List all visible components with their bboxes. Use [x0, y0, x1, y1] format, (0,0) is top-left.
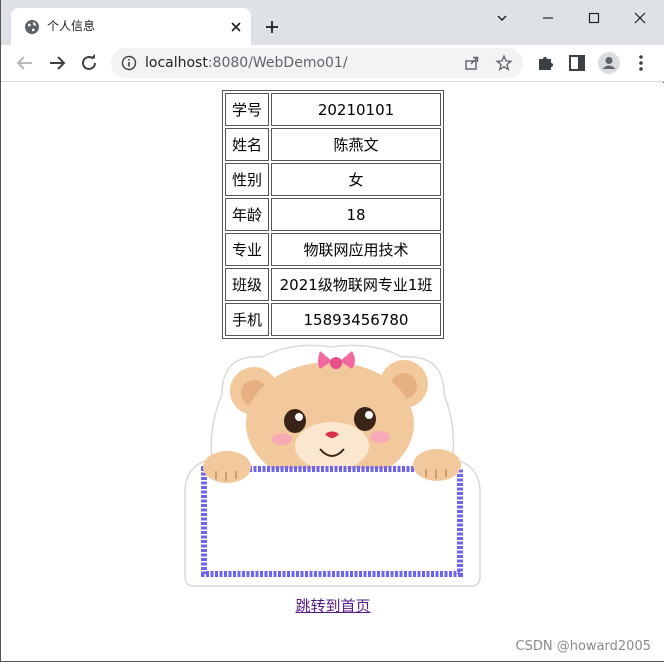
row-label: 性别 — [225, 163, 269, 196]
row-value: 2021级物联网专业1班 — [271, 268, 441, 301]
address-bar[interactable]: localhost:8080/WebDemo01/ — [111, 48, 523, 78]
side-panel-icon[interactable] — [565, 51, 589, 75]
table-row: 性别 女 — [225, 163, 441, 196]
row-value: 物联网应用技术 — [271, 233, 441, 266]
table-row: 年龄 18 — [225, 198, 441, 231]
minimize-icon[interactable] — [536, 6, 560, 30]
row-value: 陈燕文 — [271, 128, 441, 161]
tab-active[interactable]: 个人信息 — [11, 8, 251, 45]
close-tab-icon[interactable] — [229, 20, 243, 34]
profile-icon[interactable] — [597, 51, 621, 75]
row-label: 学号 — [225, 93, 269, 126]
tab-strip: 个人信息 — [1, 0, 664, 45]
table-row: 学号 20210101 — [225, 93, 441, 126]
page-content: 学号 20210101 姓名 陈燕文 性别 女 年龄 18 专业 物联网应用技术… — [1, 83, 664, 661]
student-info-table: 学号 20210101 姓名 陈燕文 性别 女 年龄 18 专业 物联网应用技术… — [222, 90, 444, 339]
reload-icon[interactable] — [77, 51, 101, 75]
row-value: 20210101 — [271, 93, 441, 126]
row-value: 18 — [271, 198, 441, 231]
info-icon[interactable] — [121, 55, 137, 71]
table-row: 姓名 陈燕文 — [225, 128, 441, 161]
share-icon[interactable] — [463, 54, 481, 72]
link-row: 跳转到首页 — [1, 595, 664, 616]
url-path: :8080/WebDemo01/ — [207, 55, 348, 71]
row-label: 班级 — [225, 268, 269, 301]
row-label: 年龄 — [225, 198, 269, 231]
home-link[interactable]: 跳转到首页 — [295, 597, 370, 615]
new-tab-icon[interactable] — [262, 17, 282, 37]
url-text: localhost:8080/WebDemo01/ — [145, 54, 348, 72]
puzzle-icon[interactable] — [533, 51, 557, 75]
url-host: localhost — [145, 55, 208, 71]
bear-board-image — [182, 339, 483, 589]
tab-search-chevron-icon[interactable] — [490, 6, 514, 30]
watermark: CSDN @howard2005 — [515, 639, 651, 654]
browser-toolbar: localhost:8080/WebDemo01/ — [1, 45, 664, 82]
forward-arrow-icon[interactable] — [45, 51, 69, 75]
row-label: 专业 — [225, 233, 269, 266]
globe-icon — [25, 20, 39, 34]
kebab-menu-icon[interactable] — [629, 51, 653, 75]
table-row: 手机 15893456780 — [225, 303, 441, 336]
table-row: 班级 2021级物联网专业1班 — [225, 268, 441, 301]
star-icon[interactable] — [495, 54, 513, 72]
browser-window: 个人信息 localhost:8080/WebDemo01/ 学号 202101… — [0, 0, 664, 662]
row-label: 姓名 — [225, 128, 269, 161]
back-arrow-icon[interactable] — [13, 51, 37, 75]
row-label: 手机 — [225, 303, 269, 336]
close-window-icon[interactable] — [628, 6, 652, 30]
row-value: 15893456780 — [271, 303, 441, 336]
maximize-icon[interactable] — [582, 6, 606, 30]
tab-title: 个人信息 — [47, 19, 96, 33]
table-row: 专业 物联网应用技术 — [225, 233, 441, 266]
row-value: 女 — [271, 163, 441, 196]
